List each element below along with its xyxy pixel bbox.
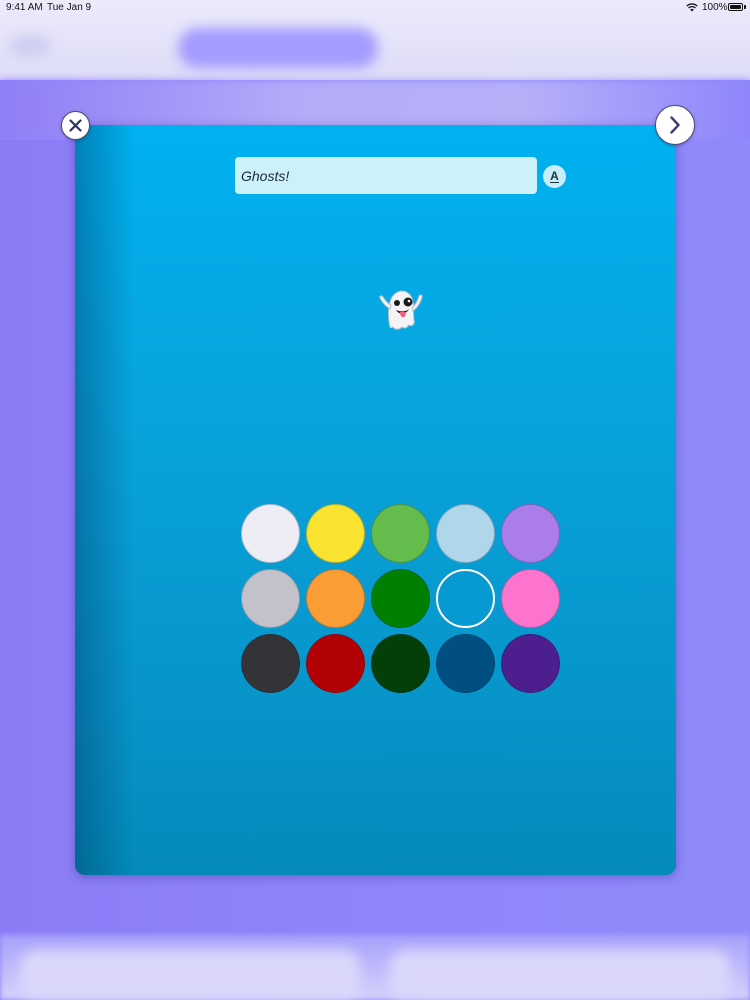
selected-emoji[interactable]: [370, 285, 430, 335]
wifi-icon: [686, 3, 698, 12]
color-swatch-green[interactable]: [371, 504, 430, 563]
background-header-button: [10, 36, 50, 56]
color-swatch-white[interactable]: [241, 504, 300, 563]
title-input[interactable]: [235, 157, 537, 194]
status-time: 9:41 AM: [6, 2, 43, 13]
color-swatch-red[interactable]: [306, 634, 365, 693]
status-date: Tue Jan 9: [47, 2, 92, 13]
color-swatch-dark-green[interactable]: [371, 569, 430, 628]
background-header-pill: [178, 28, 378, 68]
color-swatch-light-gray[interactable]: [241, 569, 300, 628]
color-swatch-purple[interactable]: [501, 634, 560, 693]
color-swatch-pink[interactable]: [501, 569, 560, 628]
color-swatch-sky-blue[interactable]: [436, 569, 495, 628]
color-swatch-light-blue[interactable]: [436, 504, 495, 563]
color-swatch-orange[interactable]: [306, 569, 365, 628]
background-footer-card: [390, 950, 730, 1000]
color-swatch-yellow[interactable]: [306, 504, 365, 563]
sticker-editor-modal: [75, 125, 676, 875]
next-button[interactable]: [655, 105, 695, 145]
battery-icon: [728, 3, 743, 11]
chevron-right-icon: [670, 116, 680, 134]
color-palette: [241, 504, 561, 694]
color-swatch-forest[interactable]: [371, 634, 430, 693]
color-swatch-lavender[interactable]: [501, 504, 560, 563]
font-style-button[interactable]: A: [543, 165, 566, 188]
close-icon: [69, 119, 82, 132]
color-swatch-navy[interactable]: [436, 634, 495, 693]
color-swatch-dark-gray[interactable]: [241, 634, 300, 693]
battery-percentage: 100%: [702, 2, 728, 13]
status-bar: 9:41 AM Tue Jan 9 100%: [0, 0, 750, 16]
battery-tip: [744, 5, 746, 9]
close-button[interactable]: [61, 111, 90, 140]
font-icon: A: [550, 168, 559, 183]
ghost-icon: [379, 290, 423, 330]
background-footer-card: [20, 950, 360, 1000]
